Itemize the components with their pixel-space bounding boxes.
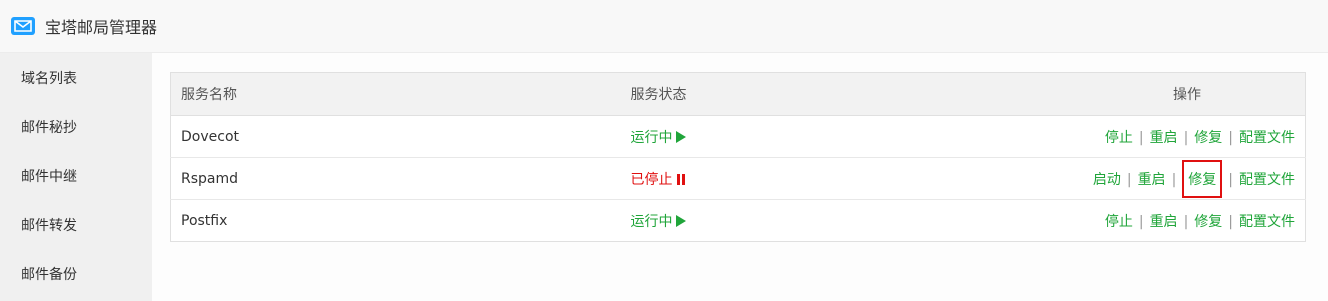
status-text: 已停止 [630,171,673,188]
separator: | [1183,213,1189,230]
stop-button[interactable]: 停止 [1105,214,1133,230]
config-file-button[interactable]: 配置文件 [1239,172,1295,188]
table-row: Postfix 运行中 停止 | 重启 | 修复 | 配置文件 [171,200,1306,242]
separator: | [1138,129,1144,146]
main-content: 服务名称 服务状态 操作 Dovecot 运行中 停止 | 重启 | 修复 | 配置文件 R… [152,53,1328,301]
separator: | [1228,213,1233,230]
repair-button[interactable]: 修复 [1188,172,1216,188]
status-text: 运行中 [630,129,673,146]
table-row: Rspamd 已停止 启动 | 重启 | 修复 | 配置文件 [170,157,1306,200]
title-bar: 宝塔邮局管理器 [0,0,1328,53]
row-actions: 停止 | 重启 | 修复 | 配置文件 [920,115,1306,158]
config-file-button[interactable]: 配置文件 [1239,130,1295,146]
pause-icon [676,173,687,189]
mail-manager-window: 宝塔邮局管理器 域名列表 邮件秘抄 邮件中继 邮件转发 邮件备份 服务名称 服务… [0,0,1328,301]
separator: | [1228,129,1233,146]
header-service-status: 服务状态 [620,72,921,116]
restart-button[interactable]: 重启 [1150,214,1178,230]
service-name: Postfix [181,212,228,229]
config-file-button[interactable]: 配置文件 [1239,214,1295,230]
restart-button[interactable]: 重启 [1150,130,1178,146]
window-title: 宝塔邮局管理器 [45,18,158,37]
service-table: 服务名称 服务状态 操作 Dovecot 运行中 停止 | 重启 | 修复 | 配置文件 R… [170,72,1306,242]
sidebar: 域名列表 邮件秘抄 邮件中继 邮件转发 邮件备份 [0,53,152,301]
table-header-row: 服务名称 服务状态 操作 [170,72,1306,116]
service-name: Rspamd [170,157,621,200]
separator: | [1126,171,1132,188]
separator: | [1171,171,1177,188]
service-status: 运行中 [620,115,921,158]
start-button[interactable]: 启动 [1093,172,1121,188]
header-operations: 操作 [920,72,1306,116]
sidebar-item-mail-relay[interactable]: 邮件中继 [0,151,152,200]
header-service-name: 服务名称 [170,72,621,116]
status-text: 运行中 [630,213,673,230]
sidebar-item-mail-forward[interactable]: 邮件转发 [0,200,152,249]
mail-icon [11,17,35,35]
repair-button[interactable]: 修复 [1194,130,1222,146]
play-icon [675,214,686,227]
separator: | [1183,129,1189,146]
table-row: Dovecot 运行中 停止 | 重启 | 修复 | 配置文件 [170,115,1306,158]
sidebar-item-mail-bcc[interactable]: 邮件秘抄 [0,102,152,151]
service-status: 运行中 [621,200,921,242]
service-name: Dovecot [170,115,621,158]
stop-button[interactable]: 停止 [1105,130,1133,146]
row-actions: 停止 | 重启 | 修复 | 配置文件 [921,200,1306,242]
play-icon [675,130,686,143]
row-actions: 启动 | 重启 | 修复 | 配置文件 [920,157,1306,200]
separator: | [1228,171,1233,188]
highlight-box: 修复 [1182,159,1223,198]
service-status: 已停止 [620,157,921,200]
restart-button[interactable]: 重启 [1138,172,1166,188]
repair-button[interactable]: 修复 [1194,214,1222,230]
separator: | [1138,213,1144,230]
sidebar-item-domain-list[interactable]: 域名列表 [0,53,152,102]
sidebar-item-mail-backup[interactable]: 邮件备份 [0,249,152,298]
